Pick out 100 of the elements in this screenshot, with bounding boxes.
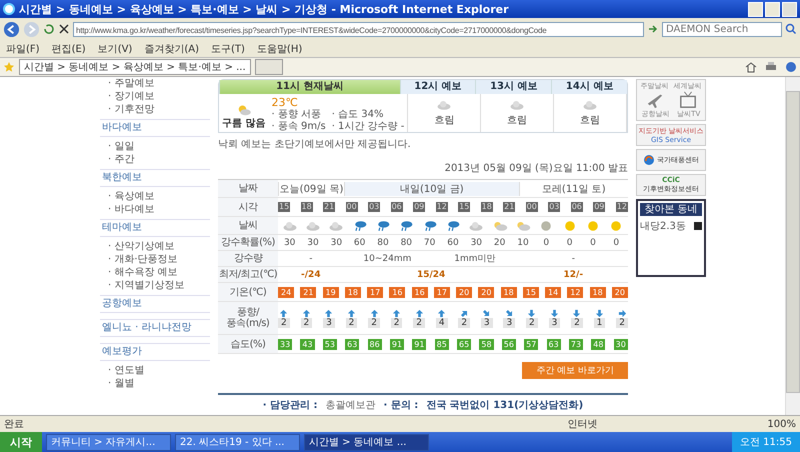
- recent-place-link[interactable]: 내당2.3동: [640, 219, 686, 233]
- humidity-badge: 53: [322, 338, 337, 350]
- wind-speed: 2: [526, 318, 538, 328]
- sidebar-item[interactable]: · 산악기상예보: [100, 240, 210, 253]
- hour-label: 03: [548, 202, 560, 212]
- sidebar-header[interactable]: 엘니뇨 · 라니냐전망: [100, 319, 210, 337]
- cloud-icon: [582, 99, 598, 111]
- arrow-icon: [437, 308, 446, 318]
- row-label: 풍향/ 풍속(m/s): [218, 302, 278, 334]
- menu-item[interactable]: 파일(F): [6, 42, 40, 56]
- temperature-badge: 14: [545, 286, 562, 298]
- weather-detail: · 풍속 9m/s: [271, 121, 326, 133]
- close-button[interactable]: [782, 2, 797, 16]
- rain-icon: [398, 220, 414, 232]
- minimize-button[interactable]: [748, 2, 763, 16]
- sidebar-item[interactable]: · 지역별기상정보: [100, 279, 210, 292]
- menu-item[interactable]: 도움말(H): [256, 42, 302, 56]
- menu-item[interactable]: 편집(E): [52, 42, 86, 56]
- taskbar-item[interactable]: 22. 씨스타19 - 있다 ...: [175, 434, 300, 450]
- humidity-badge: 73: [568, 338, 584, 350]
- new-tab-button[interactable]: [254, 59, 283, 75]
- partly-cloudy-icon: [492, 220, 508, 232]
- status-text: 완료: [4, 418, 24, 431]
- hour-label: 21: [323, 202, 336, 212]
- scrollbar[interactable]: [785, 77, 800, 415]
- sidebar-header[interactable]: 테마예보: [100, 219, 210, 237]
- forecast-tab[interactable]: 13시 예보: [475, 80, 552, 94]
- go-icon[interactable]: [647, 23, 659, 35]
- temperature-badge: 12: [567, 286, 584, 298]
- arrow-icon: [392, 308, 402, 318]
- table-cell-text: 30: [306, 238, 320, 248]
- sidebar-item[interactable]: · 일일: [100, 140, 210, 153]
- wind-speed: 4: [436, 318, 448, 328]
- forecast-tab[interactable]: 12시 예보: [400, 80, 476, 94]
- menu-item[interactable]: 즐겨찾기(A): [144, 42, 199, 56]
- temperature-badge: 19: [322, 286, 339, 298]
- star-icon[interactable]: [3, 61, 15, 73]
- issue-time: 2013년 05월 09일 (목)요일 11:00 발표: [444, 162, 628, 175]
- sidebar-header[interactable]: 공항예보: [100, 295, 210, 313]
- refresh-icon[interactable]: [43, 23, 55, 35]
- sidebar-header[interactable]: 예보평가: [100, 343, 210, 361]
- table-cell-text: 70: [422, 238, 436, 248]
- humidity-badge: 30: [614, 338, 628, 350]
- footer-text: 전국 국번없이 131(기상상담전화): [426, 399, 584, 412]
- forecast-tab[interactable]: 14시 예보: [551, 80, 627, 94]
- zoom-level[interactable]: 100%: [767, 418, 796, 430]
- humidity-badge: 58: [479, 338, 494, 350]
- back-button[interactable]: [3, 20, 20, 38]
- wind-speed: 2: [278, 318, 290, 328]
- address-field[interactable]: http://www.kma.go.kr/weather/forecast/timeseries.jsp?searchType=INTEREST&wideCode=2700000000&cityCode=2717000000&dongCode: [73, 22, 644, 36]
- sidebar-item[interactable]: · 개화·단풍정보: [100, 253, 210, 266]
- sidebar-item[interactable]: · 기후전망: [100, 103, 210, 116]
- home-icon[interactable]: [745, 61, 757, 73]
- wind-speed: 3: [323, 318, 335, 328]
- temperature-badge: 16: [389, 286, 406, 298]
- window-title: 시간별 > 동네예보 > 육상예보 > 특보·예보 > 날씨 > 기상청 - Microsoft Internet Explorer: [19, 2, 510, 16]
- sidebar-item[interactable]: · 육상예보: [100, 190, 210, 203]
- maximize-button[interactable]: [765, 2, 780, 16]
- search-icon[interactable]: [785, 23, 797, 35]
- hour-label: 15: [458, 202, 470, 212]
- sidebar-item[interactable]: · 장기예보: [100, 90, 210, 103]
- wind-speed: 2: [300, 318, 312, 328]
- cloud-icon: [282, 220, 298, 232]
- sidebar-header[interactable]: 바다예보: [100, 119, 210, 137]
- sidebar-item[interactable]: · 바다예보: [100, 203, 210, 216]
- forecast-tab[interactable]: 11시 현재날씨: [219, 80, 400, 94]
- menu-item[interactable]: 보기(V): [98, 42, 132, 56]
- menu-item[interactable]: 도구(T): [211, 42, 245, 56]
- start-button[interactable]: 시작: [0, 432, 42, 452]
- humidity-badge: 65: [457, 338, 472, 350]
- wind-speed: 2: [346, 318, 358, 328]
- table-cell-text: 0: [612, 238, 620, 248]
- cloud-icon: [304, 220, 321, 232]
- sidebar-item[interactable]: · 주간: [100, 153, 210, 166]
- hour-label: 12: [436, 202, 448, 212]
- footer-text: 총괄예보관: [326, 399, 376, 412]
- table-cell-text: 30: [282, 238, 296, 248]
- row-label: 강수확률(%): [218, 235, 278, 250]
- search-field[interactable]: DAEMON Search: [662, 22, 782, 36]
- sidebar-item[interactable]: · 해수욕장 예보: [100, 266, 210, 279]
- hour-label: 21: [503, 202, 516, 212]
- hour-label: 09: [413, 202, 426, 212]
- print-icon[interactable]: [765, 61, 777, 73]
- temperature-badge: 18: [590, 286, 606, 298]
- taskbar-item[interactable]: 커뮤니티 > 자유게시...: [46, 434, 171, 450]
- taskbar-item[interactable]: 시간별 > 동네예보 ...: [304, 434, 429, 450]
- tv-icon[interactable]: [678, 91, 696, 109]
- stop-icon[interactable]: [58, 23, 70, 35]
- table-cell-text: 80: [400, 238, 414, 248]
- sidebar-item[interactable]: · 주말예보: [100, 77, 210, 90]
- table-cell-text: 10: [516, 238, 530, 248]
- sidebar-header[interactable]: 북한예보: [100, 169, 210, 187]
- temperature-badge: 18: [344, 286, 361, 298]
- arrow-icon: [347, 308, 356, 318]
- table-cell-text: -: [570, 254, 576, 264]
- table-cell-text: 60: [352, 238, 366, 248]
- sidebar-item[interactable]: · 월별: [100, 377, 210, 390]
- browser-tab[interactable]: 시간별 > 동네예보 > 육상예보 > 특보·예보 > ...: [19, 59, 251, 75]
- humidity-badge: 57: [524, 338, 538, 350]
- sidebar-item[interactable]: · 연도별: [100, 364, 210, 377]
